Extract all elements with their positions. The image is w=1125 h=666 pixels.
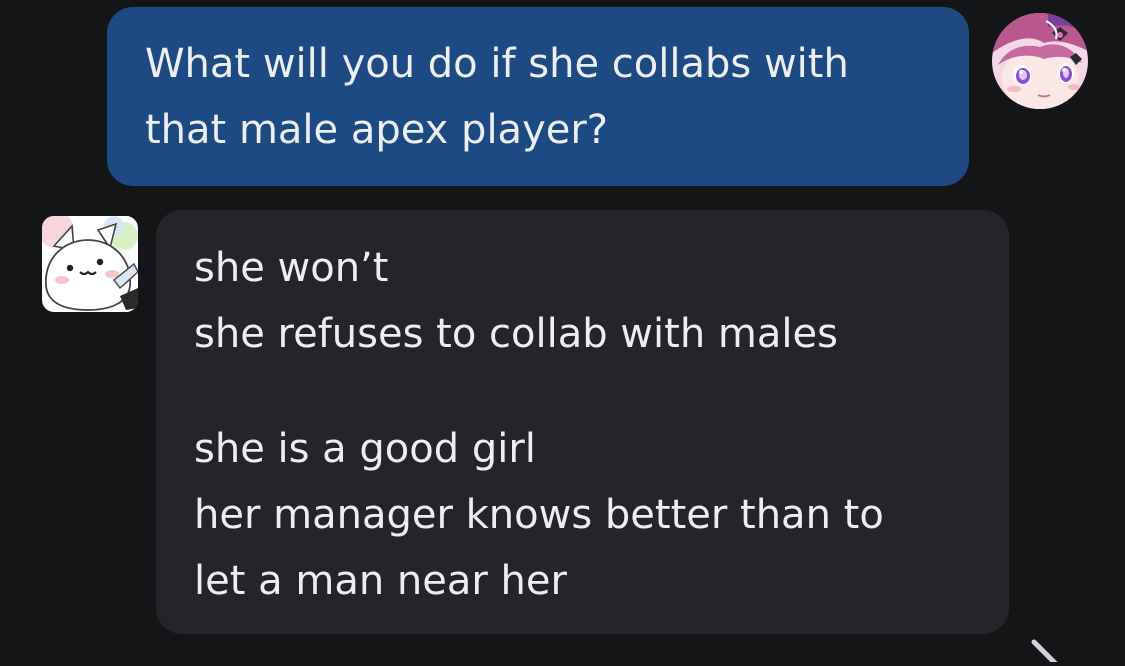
self-avatar[interactable] [992, 13, 1088, 109]
message-line: she is a good girl [194, 426, 536, 472]
message-line: she refuses to collab with males [194, 311, 838, 357]
message-line: her manager knows better than to [194, 492, 884, 538]
received-message-bubble[interactable]: she won’t she refuses to collab with mal… [156, 210, 1009, 634]
message-line: What will you do if she collabs with [145, 41, 849, 87]
anime-girl-avatar-icon [992, 13, 1088, 109]
chevron-icon [1031, 639, 1061, 666]
message-line: let a man near her [194, 558, 567, 604]
white-cat-cartoon-avatar-icon [42, 216, 138, 312]
scroll-down-button[interactable] [1028, 630, 1088, 666]
message-line: she won’t [194, 245, 389, 291]
sent-message-bubble[interactable]: What will you do if she collabs with tha… [107, 7, 969, 186]
contact-avatar[interactable] [42, 216, 138, 312]
message-line: that male apex player? [145, 107, 609, 153]
